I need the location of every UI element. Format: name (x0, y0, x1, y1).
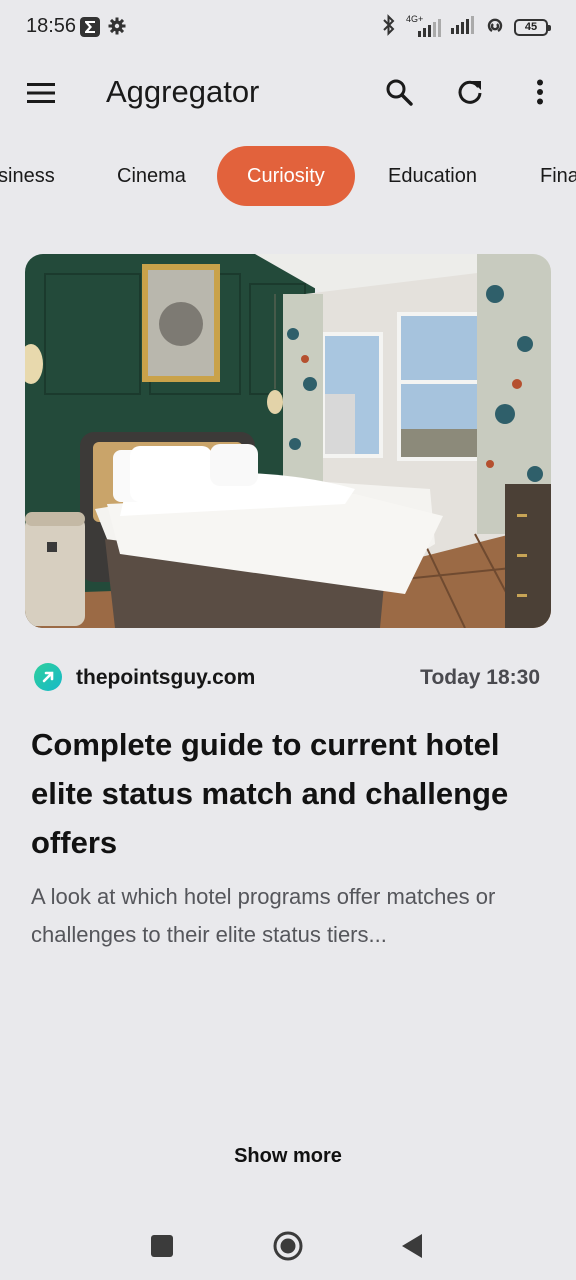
search-icon[interactable] (375, 68, 423, 116)
article-title[interactable]: Complete guide to current hotel elite st… (31, 720, 546, 867)
settings-gear-icon (108, 17, 126, 40)
tab-business[interactable]: siness (0, 146, 55, 206)
tab-cinema[interactable]: Cinema (117, 146, 186, 206)
bluetooth-icon (380, 14, 398, 41)
article-source-row: thepointsguy.com Today 18:30 (34, 660, 540, 696)
article-source[interactable]: thepointsguy.com (76, 666, 255, 690)
article-summary[interactable]: A look at which hotel programs offer mat… (31, 878, 546, 954)
menu-icon[interactable] (17, 69, 65, 117)
signal-icon (450, 14, 476, 41)
tab-curiosity[interactable]: Curiosity (217, 146, 355, 206)
article-time: Today 18:30 (420, 666, 540, 689)
system-nav-bar (0, 1212, 576, 1280)
home-circle-icon[interactable] (268, 1226, 308, 1266)
recents-square-icon[interactable] (142, 1226, 182, 1266)
show-more-button[interactable]: Show more (0, 1145, 576, 1168)
sigma-app-icon (80, 17, 100, 42)
article-image[interactable] (25, 254, 551, 628)
source-logo-icon (34, 663, 62, 691)
app-bar: Aggregator (0, 56, 576, 132)
more-vert-icon[interactable] (516, 68, 564, 116)
back-triangle-icon[interactable] (392, 1226, 432, 1266)
tab-finance[interactable]: Fina (540, 146, 576, 206)
refresh-icon[interactable] (446, 68, 494, 116)
status-bar: 18:56 4G+ 45 (0, 0, 576, 56)
battery-icon: 45 (514, 19, 551, 36)
app-title: Aggregator (106, 74, 260, 109)
category-tabs: siness Cinema Curiosity Education Fina (0, 146, 576, 206)
app-screen: 18:56 4G+ 45 Aggregator siness Cinema Cu… (0, 0, 576, 1280)
hotspot-icon (484, 14, 506, 41)
status-time: 18:56 (26, 15, 77, 37)
tab-education[interactable]: Education (388, 146, 477, 206)
signal-4g-icon: 4G+ (406, 14, 442, 39)
